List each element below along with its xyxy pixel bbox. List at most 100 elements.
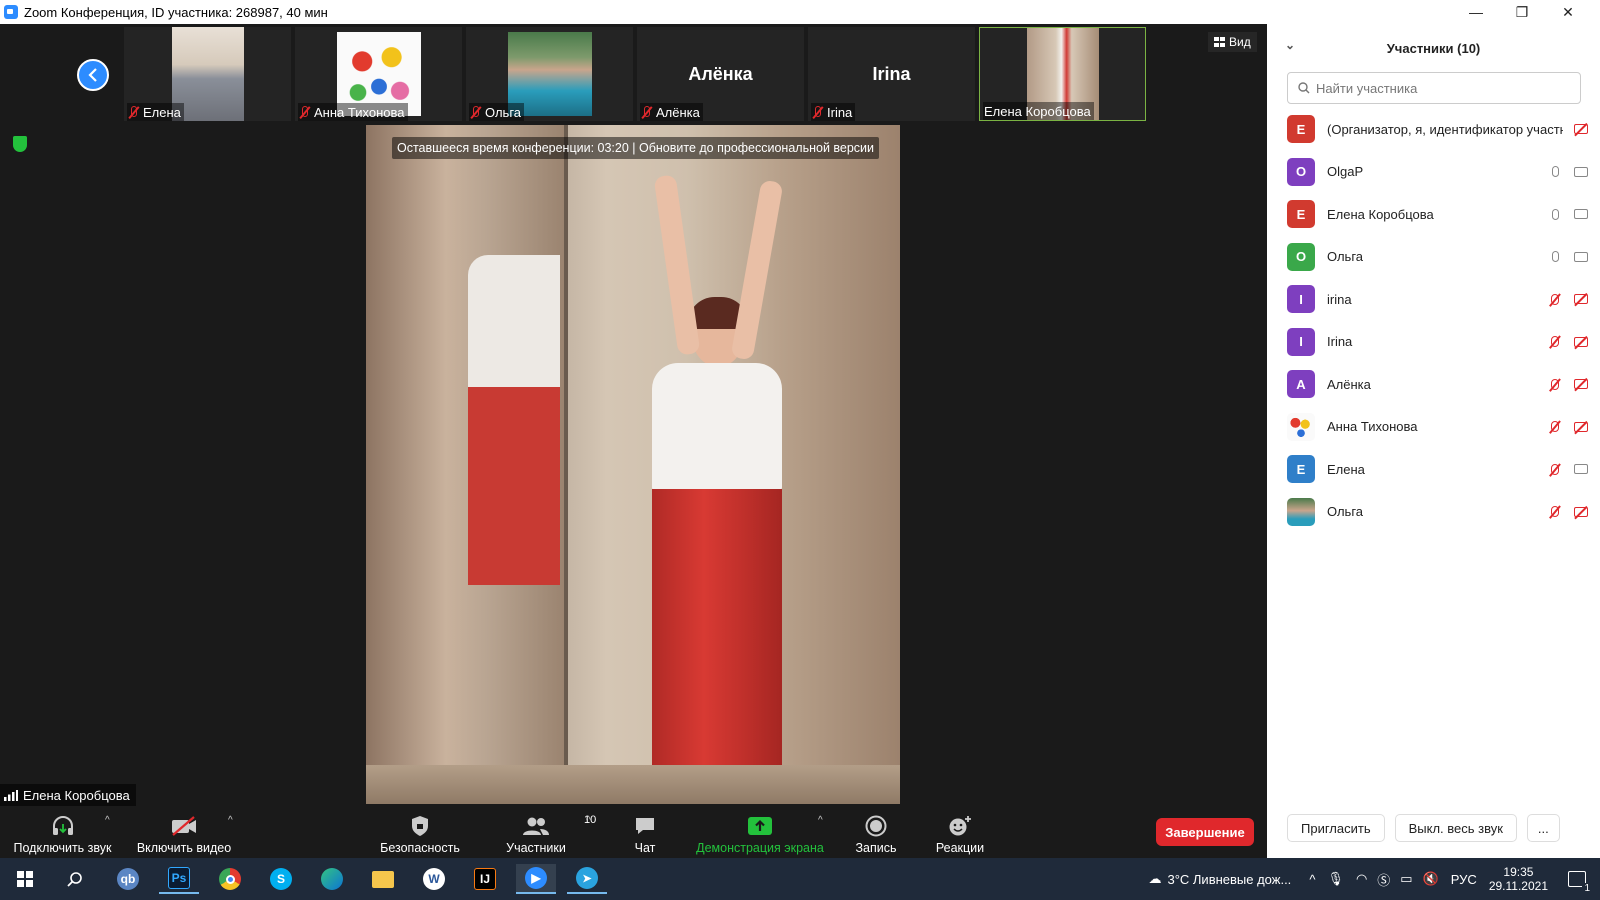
- security-button[interactable]: Безопасность: [375, 811, 465, 858]
- audio-options-caret-icon[interactable]: ^: [105, 815, 110, 826]
- record-label: Запись: [855, 841, 897, 855]
- microphone-muted-icon: [1551, 506, 1559, 517]
- video-options-caret-icon[interactable]: ^: [228, 815, 233, 826]
- mic-muted-icon: [812, 105, 822, 119]
- chevron-down-icon[interactable]: ⌄: [1285, 38, 1295, 52]
- close-icon[interactable]: ✕: [1545, 0, 1591, 24]
- edge-icon[interactable]: [312, 864, 352, 894]
- view-button[interactable]: Вид: [1208, 32, 1257, 52]
- weather-icon[interactable]: ☁: [1148, 871, 1161, 887]
- thumbnail-irina[interactable]: Irina Irina: [808, 27, 975, 121]
- person-arm-left: [653, 174, 701, 356]
- show-hidden-icons-icon[interactable]: ^: [1309, 872, 1315, 887]
- participant-name: Елена Коробцова: [1327, 206, 1434, 222]
- participants-options-caret-icon[interactable]: ^: [586, 815, 591, 826]
- qbittorrent-icon[interactable]: qb: [108, 864, 148, 894]
- participants-button[interactable]: 10 Участники: [492, 811, 596, 858]
- panel-footer: Пригласить Выкл. весь звук ...: [1267, 798, 1600, 858]
- chat-label: Чат: [634, 841, 656, 855]
- minimize-icon[interactable]: —: [1453, 0, 1499, 24]
- participant-name: (Организатор, я, идентификатор участника…: [1327, 121, 1563, 137]
- camera-off-icon: [1574, 506, 1588, 517]
- skype-tray-icon[interactable]: Ⓢ: [1377, 870, 1390, 889]
- encryption-shield-icon[interactable]: [13, 136, 27, 152]
- end-meeting-button[interactable]: Завершение: [1156, 818, 1254, 846]
- main-speaker-video: Оставшееся время конференции: 03:20 | Об…: [366, 125, 900, 804]
- search-placeholder: Найти участника: [1316, 80, 1418, 96]
- windows-taskbar: qb Ps S W IJ ▶ ➤ ☁ 3°C Ливневые дож... ^…: [0, 858, 1600, 900]
- share-screen-button[interactable]: Демонстрация экрана: [690, 811, 830, 858]
- participant-row[interactable]: I Irina: [1267, 321, 1600, 364]
- participant-avatar: I: [1287, 327, 1315, 356]
- battery-icon[interactable]: ▭: [1400, 871, 1412, 887]
- participant-avatar: O: [1287, 157, 1315, 186]
- participant-name: irina: [1327, 291, 1352, 307]
- mute-all-button[interactable]: Выкл. весь звук: [1394, 814, 1517, 842]
- chat-button[interactable]: Чат: [615, 811, 675, 858]
- participant-row[interactable]: Е (Организатор, я, идентификатор участни…: [1267, 108, 1600, 151]
- previous-page-button[interactable]: [77, 59, 109, 91]
- zoom-app-icon: [4, 5, 18, 19]
- thumbnail-olga[interactable]: Ольга: [466, 27, 633, 121]
- participant-row[interactable]: Ольга: [1267, 491, 1600, 534]
- floor: [366, 765, 900, 804]
- telegram-icon[interactable]: ➤: [567, 864, 607, 894]
- person-arm-right: [730, 179, 784, 361]
- more-options-button[interactable]: ...: [1526, 814, 1560, 842]
- invite-button[interactable]: Пригласить: [1287, 814, 1385, 842]
- photoshop-icon[interactable]: Ps: [159, 864, 199, 894]
- participant-row[interactable]: I irina: [1267, 278, 1600, 321]
- volume-muted-icon[interactable]: 🔇: [1423, 871, 1439, 887]
- restore-icon[interactable]: ❐: [1499, 0, 1545, 24]
- join-audio-button[interactable]: Подключить звук: [10, 811, 115, 858]
- chrome-icon[interactable]: [210, 864, 250, 894]
- signal-strength-icon: [4, 789, 18, 801]
- participant-row[interactable]: Е Елена Коробцова: [1267, 193, 1600, 236]
- participant-row[interactable]: O OlgaP: [1267, 151, 1600, 194]
- camera-icon: [1574, 166, 1588, 177]
- participant-avatar: Е: [1287, 115, 1315, 144]
- record-button[interactable]: Запись: [846, 811, 906, 858]
- windows-start-icon[interactable]: [5, 864, 45, 894]
- input-language[interactable]: РУС: [1451, 872, 1477, 887]
- thumbnail-strip: Елена Анна Тихонова Ольга Алёнка Алёнка …: [124, 27, 1150, 121]
- microphone-muted-icon: [1551, 421, 1559, 432]
- wifi-icon[interactable]: ◠: [1356, 871, 1367, 887]
- participant-row[interactable]: Е Елена: [1267, 448, 1600, 491]
- start-video-button[interactable]: Включить видео: [134, 811, 234, 858]
- participant-name: Анна Тихонова: [1327, 419, 1418, 435]
- file-explorer-icon[interactable]: [363, 864, 403, 894]
- clock[interactable]: 19:35 29.11.2021: [1489, 865, 1548, 893]
- participant-row[interactable]: О Ольга: [1267, 236, 1600, 279]
- participant-avatar: А: [1287, 370, 1315, 399]
- person-trousers: [652, 489, 782, 789]
- participant-row[interactable]: Анна Тихонова: [1267, 406, 1600, 449]
- mic-muted-icon: [299, 105, 309, 119]
- microphone-tray-icon[interactable]: 🎙: [1327, 871, 1344, 887]
- participant-search-input[interactable]: Найти участника: [1287, 72, 1581, 104]
- participant-name: OlgaP: [1327, 164, 1364, 180]
- participant-name: Irina: [1327, 334, 1353, 350]
- share-options-caret-icon[interactable]: ^: [818, 815, 823, 826]
- reactions-label: Реакции: [935, 841, 985, 855]
- security-shield-icon: [412, 816, 428, 836]
- jetbrains-icon[interactable]: IJ: [465, 864, 505, 894]
- system-tray: ☁ 3°C Ливневые дож... ^ 🎙 ◠ Ⓢ ▭ 🔇 РУС 19…: [1148, 858, 1600, 900]
- skype-icon[interactable]: S: [261, 864, 301, 894]
- thumbnail-elena-korobtsova[interactable]: Елена Коробцова: [979, 27, 1146, 121]
- word-icon[interactable]: W: [414, 864, 454, 894]
- reactions-button[interactable]: Реакции: [928, 811, 992, 858]
- thumbnail-anna[interactable]: Анна Тихонова: [295, 27, 462, 121]
- weather-text[interactable]: 3°C Ливневые дож...: [1167, 872, 1291, 887]
- camera-off-icon: [1574, 124, 1588, 134]
- zoom-taskbar-icon[interactable]: ▶: [516, 864, 556, 894]
- thumbnail-elena[interactable]: Елена: [124, 27, 291, 121]
- thumbnail-name: Ольга: [485, 104, 522, 120]
- search-icon[interactable]: [55, 864, 95, 894]
- notifications-icon[interactable]: 1: [1568, 871, 1592, 894]
- participant-row[interactable]: А Алёнка: [1267, 363, 1600, 406]
- notification-count: 1: [1582, 883, 1592, 894]
- thumbnail-alenka[interactable]: Алёнка Алёнка: [637, 27, 804, 121]
- mic-muted-icon: [470, 105, 480, 119]
- time-remaining-banner[interactable]: Оставшееся время конференции: 03:20 | Об…: [392, 137, 880, 159]
